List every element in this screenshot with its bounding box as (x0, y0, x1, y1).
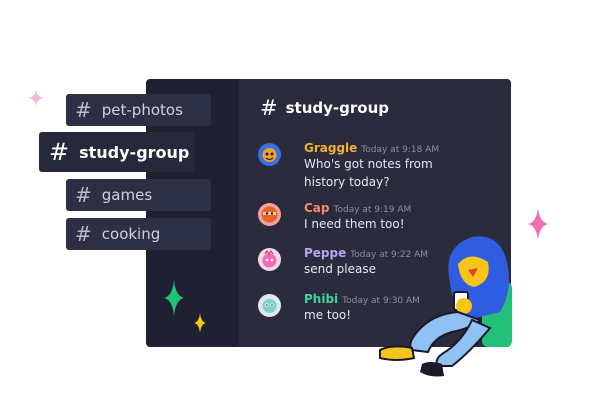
channel-pet-photos[interactable]: # pet-photos (66, 94, 211, 126)
message-author[interactable]: Phibi (304, 292, 338, 306)
avatar[interactable] (258, 203, 281, 226)
sparkle-green-icon (164, 280, 184, 316)
message: Cap Today at 9:19 AM I need them too! (258, 201, 411, 233)
hash-icon: # (75, 222, 92, 246)
avatar[interactable] (258, 294, 281, 317)
channel-label: games (101, 186, 153, 204)
channel-cooking[interactable]: # cooking (66, 218, 211, 250)
channel-header: # study-group (260, 96, 389, 120)
sparkle-pink-icon (28, 90, 44, 106)
channel-label: pet-photos (101, 101, 183, 119)
channel-label: cooking (101, 225, 161, 243)
sparkle-yellow-icon (194, 313, 206, 333)
hash-icon: # (75, 98, 92, 122)
avatar[interactable] (258, 143, 281, 166)
message-text: history today? (304, 175, 390, 189)
hash-icon: # (75, 183, 92, 207)
message-text: Who's got notes from (304, 157, 433, 171)
character-illustration (379, 236, 512, 377)
channel-title: study-group (285, 99, 389, 117)
message-author[interactable]: Peppe (304, 246, 346, 260)
hash-icon: # (260, 96, 278, 120)
message-author[interactable]: Cap (304, 201, 330, 215)
message-author[interactable]: Graggle (304, 141, 357, 155)
message: Graggle Today at 9:18 AM Who's got notes… (258, 141, 439, 191)
message-timestamp: Today at 9:19 AM (333, 205, 412, 215)
sparkle-pink-icon (528, 208, 548, 240)
avatar[interactable] (258, 248, 281, 271)
message-timestamp: Today at 9:18 AM (361, 145, 440, 155)
channel-label: study-group (79, 142, 190, 162)
hash-icon: # (49, 138, 70, 166)
message-text: I need them too! (304, 217, 405, 231)
channel-games[interactable]: # games (66, 179, 211, 211)
channel-study-group[interactable]: # study-group (39, 132, 195, 172)
